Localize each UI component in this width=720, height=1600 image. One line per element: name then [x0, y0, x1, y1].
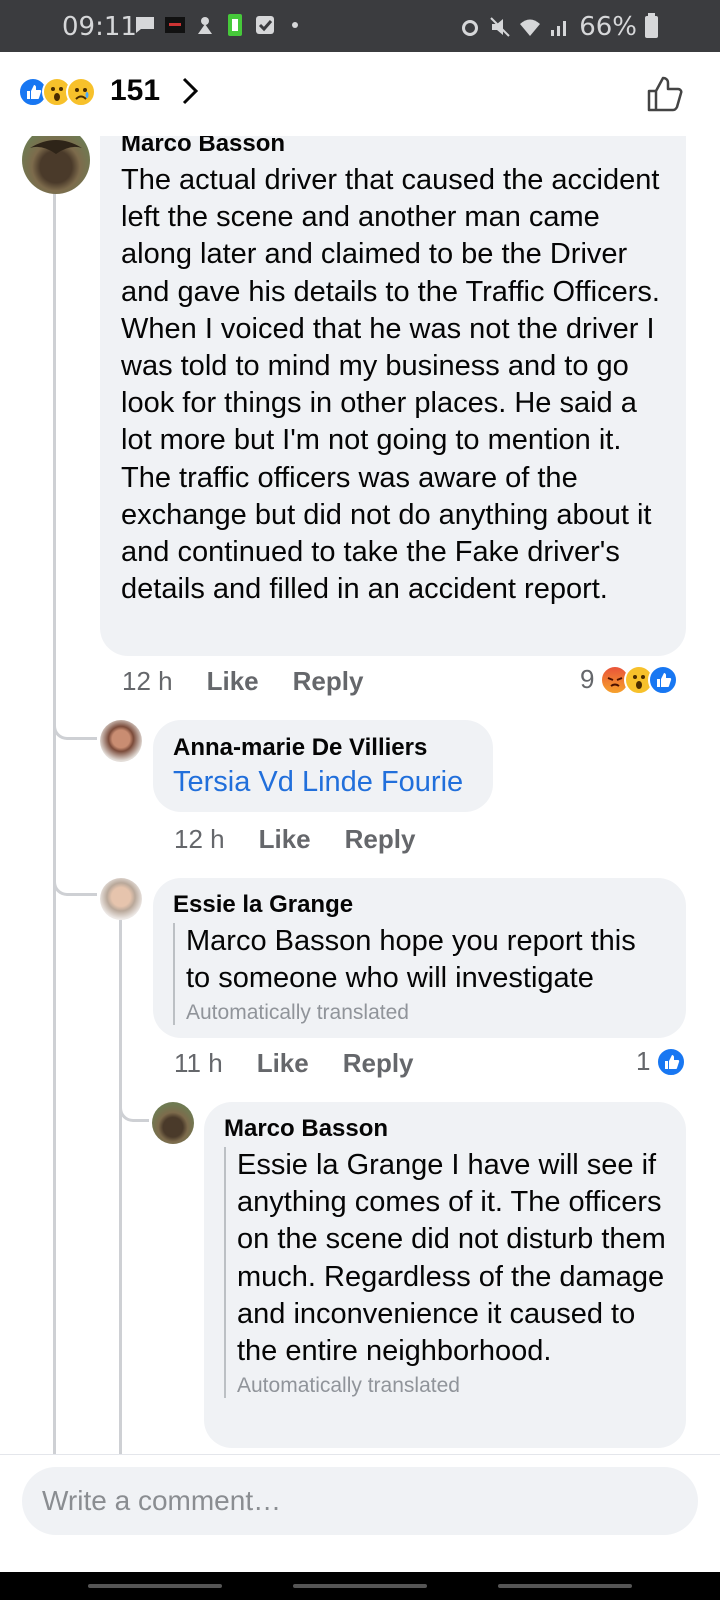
- reply-like-button[interactable]: Like: [257, 1048, 309, 1079]
- thread-line-main: [53, 184, 56, 1454]
- reply-bubble[interactable]: Essie la Grange Marco Basson hope you re…: [153, 878, 686, 1038]
- reactions-header[interactable]: 151: [0, 52, 720, 136]
- comment-bubble[interactable]: Marco Basson The actual driver that caus…: [100, 116, 686, 656]
- like-reaction-icon: [648, 664, 679, 695]
- system-status: 66%: [459, 12, 658, 42]
- nav-home-button[interactable]: [293, 1584, 427, 1588]
- avatar[interactable]: [100, 720, 142, 762]
- comment-like-button[interactable]: Like: [207, 666, 259, 697]
- comment-time: 12 h: [122, 666, 173, 696]
- reply-bubble[interactable]: Anna-marie De Villiers Tersia Vd Linde F…: [153, 720, 493, 812]
- like-button[interactable]: [644, 74, 684, 114]
- wifi-icon: [520, 19, 541, 36]
- reply-author[interactable]: Marco Basson: [224, 1115, 666, 1143]
- avatar[interactable]: [100, 878, 142, 920]
- reply-author[interactable]: Anna-marie De Villiers: [173, 734, 473, 762]
- thread-line-nested: [119, 920, 122, 1454]
- comments-sheet[interactable]: 151 Marco Basson The actual driver that …: [0, 52, 720, 1572]
- avatar[interactable]: [22, 126, 90, 194]
- thread-connector: [53, 858, 97, 896]
- reply-text: Essie la Grange I have will see if anyth…: [237, 1149, 666, 1368]
- thread-connector: [119, 1084, 149, 1122]
- message-icon: [136, 17, 154, 33]
- comment-input[interactable]: Write a comment…: [22, 1467, 698, 1535]
- comment-reply-button[interactable]: Reply: [293, 666, 364, 697]
- comment-composer-bar: Write a comment…: [0, 1454, 720, 1572]
- reply-text: Marco Basson hope you report this to som…: [186, 925, 636, 995]
- comment-actions: 12 h Like Reply: [122, 666, 363, 697]
- mute-icon: [490, 17, 510, 37]
- translated-quote: Marco Basson hope you report this to som…: [173, 923, 666, 1026]
- game-icon: [198, 17, 212, 34]
- reply-author[interactable]: Essie la Grange: [173, 891, 666, 919]
- dot-icon: [292, 22, 298, 28]
- notification-icons: [134, 14, 306, 36]
- reply-reply-button[interactable]: Reply: [343, 1048, 414, 1079]
- reply-reaction-count: 1: [636, 1046, 651, 1076]
- auto-translated-note[interactable]: Automatically translated: [186, 1001, 666, 1025]
- reply-like-button[interactable]: Like: [259, 824, 311, 855]
- translated-quote: Essie la Grange I have will see if anyth…: [224, 1147, 666, 1399]
- nav-recents-button[interactable]: [88, 1584, 222, 1588]
- reply-time: 11 h: [174, 1048, 223, 1078]
- reply-reactions[interactable]: 1: [636, 1046, 687, 1077]
- comment-reactions[interactable]: 9: [580, 664, 679, 695]
- battery-percent: 66%: [579, 12, 637, 42]
- auto-translated-note[interactable]: Automatically translated: [237, 1374, 666, 1398]
- checkbox-icon: [256, 16, 274, 34]
- chevron-right-icon[interactable]: [178, 76, 202, 106]
- sad-reaction-icon: [66, 77, 96, 107]
- reply-reply-button[interactable]: Reply: [345, 824, 416, 855]
- reply-time: 12 h: [174, 824, 225, 854]
- battery-app-icon: [228, 14, 242, 36]
- battery-icon: [645, 13, 658, 38]
- system-nav-bar: [0, 1572, 720, 1600]
- signal-icon: [551, 21, 567, 36]
- alarm-icon: [462, 20, 479, 36]
- comment-reaction-count: 9: [580, 664, 595, 694]
- comment-text: The actual driver that caused the accide…: [121, 164, 660, 606]
- avatar[interactable]: [152, 1102, 194, 1144]
- mention-link[interactable]: Tersia Vd Linde Fourie: [173, 766, 473, 799]
- status-time: 09:11: [62, 12, 137, 42]
- nav-back-button[interactable]: [498, 1584, 632, 1588]
- reply-actions: 12 h Like Reply: [174, 824, 415, 855]
- thread-connector: [53, 702, 97, 740]
- like-reaction-icon: [656, 1046, 687, 1077]
- reaction-count[interactable]: 151: [110, 74, 160, 108]
- reply-actions: 11 h Like Reply: [174, 1048, 414, 1079]
- reply-bubble[interactable]: Marco Basson Essie la Grange I have will…: [204, 1102, 686, 1448]
- app-badge-icon: [165, 17, 185, 33]
- reaction-summary[interactable]: [18, 77, 96, 107]
- status-bar: 09:11 66%: [0, 0, 720, 52]
